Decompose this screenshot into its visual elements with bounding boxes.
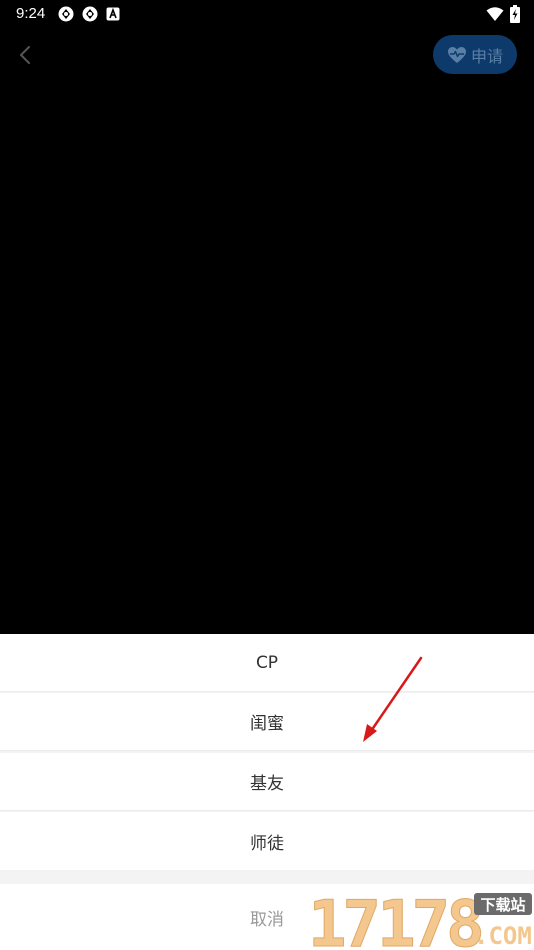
app-a-icon (106, 7, 120, 21)
option-jiyou[interactable]: 基友 (0, 753, 534, 811)
option-label: 闺蜜 (250, 714, 284, 734)
aperture-icon (82, 6, 98, 22)
status-notification-icons (58, 6, 120, 22)
wifi-icon (486, 7, 504, 21)
option-label: 基友 (250, 774, 284, 794)
status-system-icons (486, 5, 520, 23)
aperture-icon (58, 6, 74, 22)
apply-button[interactable]: 申请 (433, 35, 517, 74)
option-guimi[interactable]: 闺蜜 (0, 693, 534, 751)
option-label: CP (255, 652, 279, 673)
option-cp[interactable]: CP (0, 634, 534, 692)
chevron-left-icon (20, 46, 30, 64)
screen: 9:24 申请 CP 闺蜜 基友 师徒 取消 17178 下载站 .COM (0, 0, 534, 950)
battery-charging-icon (510, 5, 520, 23)
option-shitu[interactable]: 师徒 (0, 812, 534, 870)
cancel-button[interactable]: 取消 (0, 884, 534, 950)
status-time: 9:24 (16, 5, 46, 22)
action-sheet: CP 闺蜜 基友 师徒 取消 (0, 634, 534, 950)
status-bar: 9:24 (0, 0, 534, 28)
option-label: 师徒 (250, 833, 284, 854)
heart-pulse-icon (447, 46, 466, 63)
back-button[interactable] (10, 40, 40, 70)
apply-button-label: 申请 (470, 46, 503, 66)
cancel-label: 取消 (250, 909, 284, 930)
